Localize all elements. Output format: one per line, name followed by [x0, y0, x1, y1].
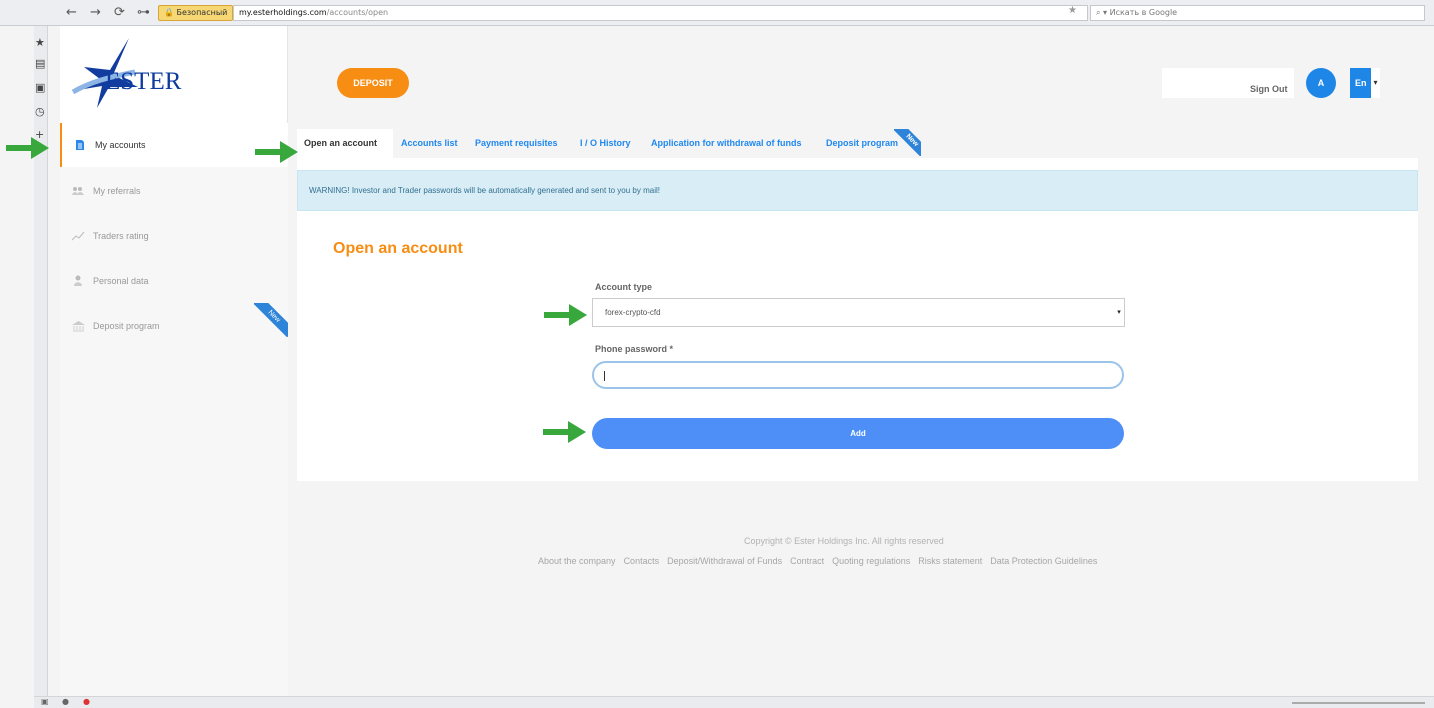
add-account-button[interactable]: Add — [592, 418, 1124, 449]
document-icon — [73, 138, 87, 152]
phone-password-label: Phone password * — [595, 344, 674, 354]
chevron-down-icon: ▾ — [1115, 300, 1123, 325]
deposit-button[interactable]: DEPOSIT — [337, 68, 409, 98]
warning-alert: WARNING! Investor and Trader passwords w… — [297, 170, 1418, 211]
sidebar-item-label: My accounts — [95, 140, 146, 150]
sidebar-nav: My accounts My referrals Traders rating … — [60, 123, 288, 696]
green-right-arrow-icon — [6, 137, 49, 159]
notes-icon[interactable]: ▤ — [35, 57, 45, 70]
history-clock-icon[interactable]: ◷ — [35, 105, 45, 118]
green-right-arrow-icon — [544, 304, 587, 326]
text-cursor — [604, 371, 605, 381]
account-type-select[interactable]: forex-crypto-cfd ▾ — [592, 298, 1125, 327]
sidebar-item-label: My referrals — [93, 186, 141, 196]
tab-open-account[interactable]: Open an account — [297, 129, 393, 158]
back-icon[interactable]: ← — [66, 5, 77, 20]
footer-link-deposit-withdrawal[interactable]: Deposit/Withdrawal of Funds — [667, 556, 782, 566]
browser-status-bar: ▣ ● ● — [34, 696, 1434, 708]
sidebar-item-my-accounts[interactable]: My accounts — [60, 123, 288, 167]
address-bar[interactable]: my.esterholdings.com/accounts/open — [233, 5, 1088, 21]
bookmarks-star-icon[interactable]: ★ — [35, 36, 45, 49]
avatar[interactable]: A — [1306, 68, 1336, 98]
footer-link-quoting-regulations[interactable]: Quoting regulations — [832, 556, 910, 566]
account-type-label: Account type — [595, 282, 653, 292]
new-ribbon-label: New — [254, 303, 288, 337]
browser-sidebar-toolbar: ★ ▤ ▣ ◷ + — [34, 26, 48, 698]
page-title: Open an account — [333, 240, 463, 257]
bank-icon — [71, 319, 85, 333]
sidebar-item-my-referrals[interactable]: My referrals — [60, 169, 288, 213]
sidebar-item-label: Deposit program — [93, 321, 160, 331]
footer-link-data-protection[interactable]: Data Protection Guidelines — [990, 556, 1097, 566]
language-select[interactable]: En ▾ — [1350, 68, 1380, 98]
footer-link-about[interactable]: About the company — [538, 556, 616, 566]
sidebar-item-deposit-program[interactable]: Deposit program New — [60, 303, 288, 348]
new-ribbon: New — [254, 303, 288, 337]
new-ribbon: New — [894, 129, 921, 156]
status-cloud-icon[interactable]: ● — [62, 697, 69, 706]
search-placeholder: Искать в Google — [1109, 8, 1178, 17]
phone-password-input[interactable] — [592, 361, 1124, 389]
tab-payment-requisites[interactable]: Payment requisites — [468, 129, 572, 158]
url-path: /accounts/open — [326, 8, 389, 17]
person-icon — [71, 274, 85, 288]
logo[interactable]: ESTER — [60, 26, 288, 123]
logo-text: ESTER — [105, 68, 182, 95]
footer-link-contract[interactable]: Contract — [790, 556, 824, 566]
zoom-slider[interactable] — [1292, 702, 1425, 704]
tab-io-history[interactable]: I / O History — [573, 129, 643, 158]
browser-toolbar: ← → ⟳ ⊶ 🔒 Безопасный my.esterholdings.co… — [0, 0, 1434, 26]
footer-link-risks-statement[interactable]: Risks statement — [918, 556, 982, 566]
account-type-value: forex-crypto-cfd — [605, 308, 661, 317]
bookmark-star-icon[interactable]: ★ — [1068, 5, 1077, 16]
sign-out-link[interactable]: Sign Out — [1250, 84, 1288, 94]
sidebar-item-traders-rating[interactable]: Traders rating — [60, 214, 288, 258]
language-value: En — [1355, 78, 1367, 88]
forward-icon[interactable]: → — [90, 5, 101, 20]
security-badge[interactable]: 🔒 Безопасный — [158, 5, 234, 21]
chevron-down-icon: ▾ — [1371, 68, 1380, 98]
line-chart-icon — [71, 229, 85, 243]
new-ribbon-label: New — [894, 129, 921, 156]
green-right-arrow-icon — [543, 421, 586, 443]
key-icon[interactable]: ⊶ — [137, 5, 150, 20]
status-alert-icon[interactable]: ● — [83, 697, 90, 706]
browser-search-input[interactable]: ⌕ ▾ Искать в Google — [1090, 5, 1425, 21]
users-icon — [71, 184, 85, 198]
footer-link-contacts[interactable]: Contacts — [624, 556, 660, 566]
tab-withdrawal-application[interactable]: Application for withdrawal of funds — [644, 129, 818, 158]
tab-deposit-program[interactable]: Deposit program New — [819, 129, 921, 158]
copyright: Copyright © Ester Holdings Inc. All righ… — [744, 536, 944, 546]
footer-links: About the company Contacts Deposit/Withd… — [538, 556, 1097, 566]
sidebar-item-label: Personal data — [93, 276, 149, 286]
url-host: my.esterholdings.com — [239, 8, 327, 17]
green-right-arrow-icon — [255, 141, 298, 163]
reload-icon[interactable]: ⟳ — [114, 5, 125, 20]
downloads-icon[interactable]: ▣ — [35, 81, 45, 94]
status-window-icon[interactable]: ▣ — [41, 697, 49, 706]
sidebar-item-label: Traders rating — [93, 231, 149, 241]
tab-label: Deposit program — [826, 138, 899, 148]
sidebar-item-personal-data[interactable]: Personal data — [60, 259, 288, 303]
tab-accounts-list[interactable]: Accounts list — [394, 129, 467, 158]
security-label: Безопасный — [176, 8, 228, 17]
sidebar: ESTER My accounts My referrals Traders r… — [60, 26, 288, 696]
open-account-panel: WARNING! Investor and Trader passwords w… — [297, 158, 1418, 481]
